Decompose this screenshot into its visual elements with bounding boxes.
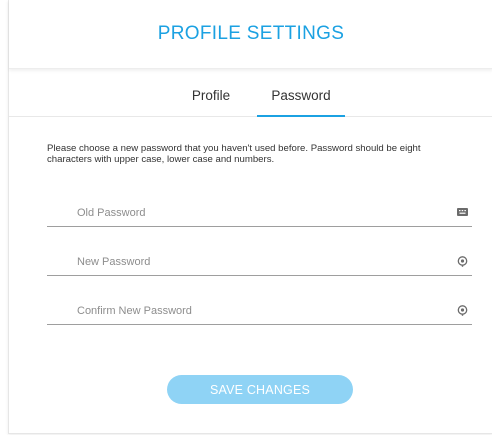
save-changes-button[interactable]: SAVE CHANGES: [167, 375, 353, 404]
password-instructions: Please choose a new password that you ha…: [47, 143, 421, 165]
reveal-password-icon[interactable]: [456, 304, 468, 316]
old-password-input[interactable]: [47, 202, 437, 224]
confirm-password-input[interactable]: [47, 300, 437, 322]
page-title: PROFILE SETTINGS: [157, 23, 345, 44]
old-password-field: [47, 202, 472, 227]
new-password-input[interactable]: [47, 251, 437, 273]
new-password-field: [47, 251, 472, 276]
tab-password[interactable]: Password: [257, 88, 345, 117]
reveal-password-icon[interactable]: [456, 255, 468, 267]
tab-profile[interactable]: Profile: [179, 88, 243, 116]
tab-bar: Profile Password: [9, 88, 492, 117]
confirm-password-field: [47, 300, 472, 325]
card-header: PROFILE SETTINGS: [9, 0, 492, 69]
profile-settings-card: PROFILE SETTINGS Profile Password Please…: [8, 0, 492, 434]
keyboard-icon[interactable]: [456, 206, 468, 218]
